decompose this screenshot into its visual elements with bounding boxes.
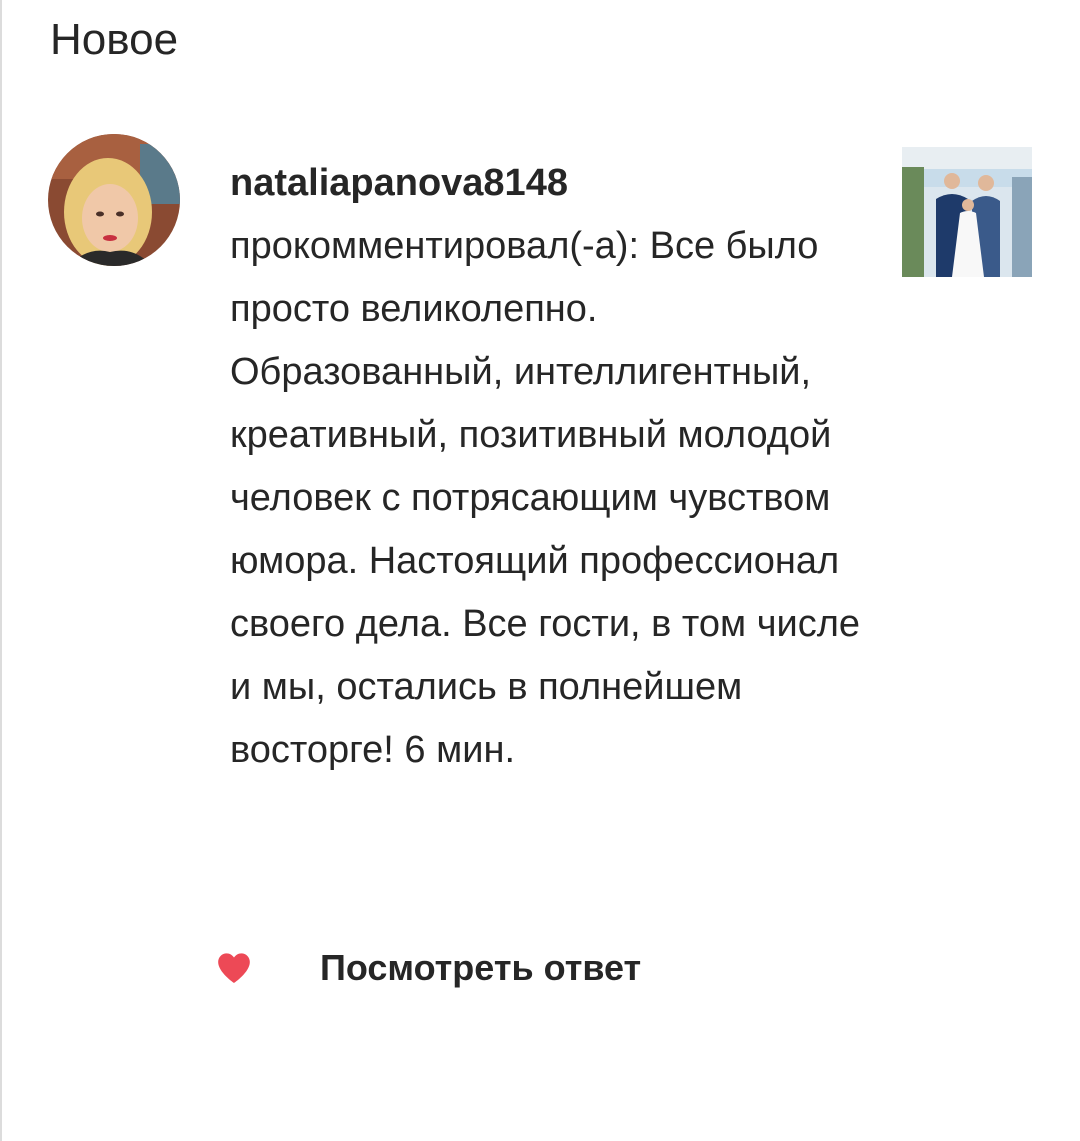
post-thumbnail[interactable] [902, 147, 1032, 277]
avatar-photo-icon [48, 134, 180, 266]
section-title: Новое [50, 15, 179, 64]
action-text: прокомментировал(-а): [230, 225, 640, 267]
view-reply-button[interactable]: Посмотреть ответ [320, 944, 641, 992]
comment-text: nataliapanova8148 прокомментировал(-а): В… [230, 152, 870, 782]
notification-actions: Посмотреть ответ [0, 940, 1080, 1000]
comment-content: Все было просто великолепно. Образованны… [230, 225, 861, 771]
timestamp: 6 мин. [404, 729, 516, 771]
post-thumbnail-photo-icon [902, 147, 1032, 277]
like-button[interactable] [214, 948, 254, 988]
username-link[interactable]: nataliapanova8148 [230, 162, 568, 204]
user-avatar[interactable] [48, 134, 180, 266]
heart-icon [218, 953, 250, 983]
